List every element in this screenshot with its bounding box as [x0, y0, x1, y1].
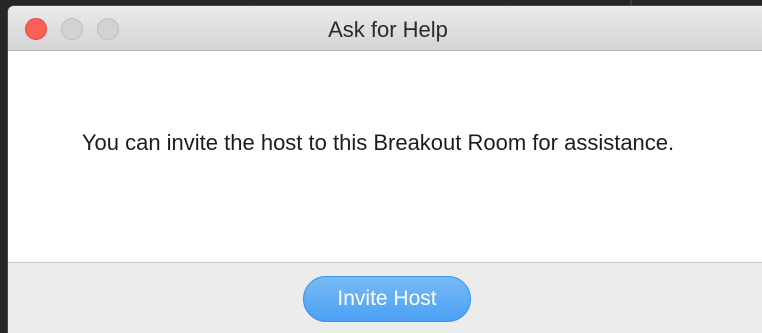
dialog-message: You can invite the host to this Breakout… — [81, 130, 675, 155]
invite-host-button[interactable]: Invite Host — [303, 276, 471, 322]
dialog-body: You can invite the host to this Breakout… — [8, 51, 762, 263]
ask-for-help-dialog: Ask for Help You can invite the host to … — [8, 6, 762, 333]
dialog-footer: Invite Host — [8, 263, 762, 333]
window-title: Ask for Help — [328, 17, 448, 42]
title-bar[interactable]: Ask for Help — [8, 6, 762, 51]
